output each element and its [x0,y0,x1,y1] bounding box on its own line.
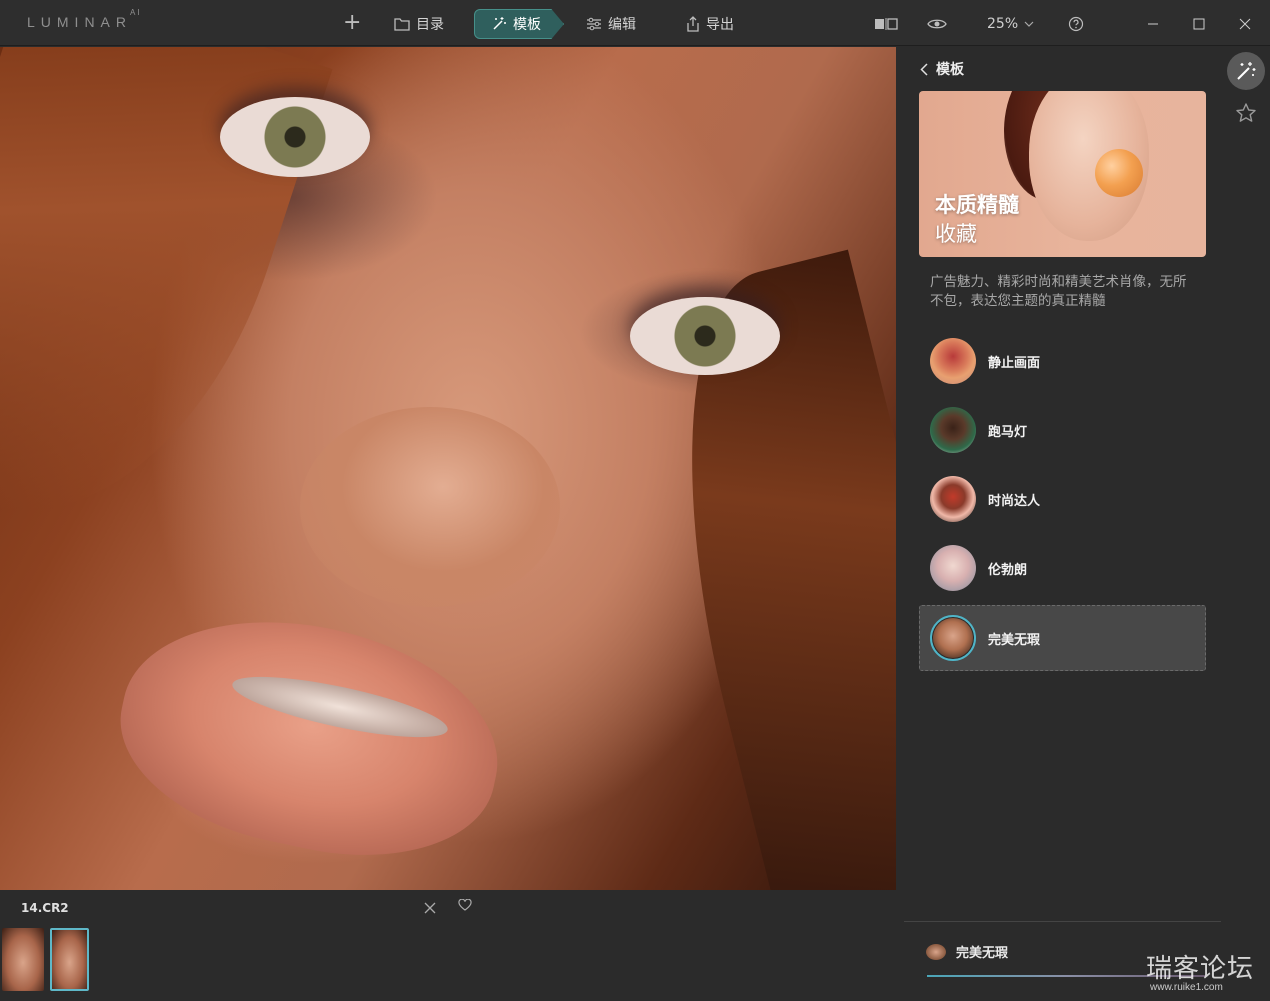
collection-title: 本质精髓 [935,193,1019,217]
preview-button[interactable] [927,9,947,39]
app-logo: LUMINARAI [27,8,142,30]
catalog-tab-label: 目录 [416,17,444,33]
template-label: 伦勃朗 [988,562,1028,578]
applied-template-thumbnail [926,943,946,960]
filename-label: 14.CR2 [21,901,69,915]
template-label: 静止画面 [988,355,1041,371]
template-thumbnail [930,407,976,453]
thumbnail-original[interactable] [2,928,44,991]
right-rail [1222,47,1270,1001]
close-icon [1239,18,1251,30]
chevron-down-icon [1024,21,1034,27]
template-thumbnail [930,338,976,384]
photo-canvas[interactable] [0,47,896,890]
compare-icon [875,18,898,30]
zoom-value: 25% [987,16,1019,32]
maximize-button[interactable] [1184,9,1214,39]
add-photos-button[interactable]: + [343,7,361,37]
title-bar: LUMINARAI + 目录 模板 编辑 导出 25% [0,0,1270,46]
catalog-tab[interactable]: 目录 [394,9,444,39]
watermark-url: www.ruike1.com [1150,982,1223,993]
minimize-button[interactable] [1138,9,1168,39]
export-button-label: 导出 [706,17,734,33]
collection-description: 广告魅力、精彩时尚和精美艺术肖像，无所不包，表达您主题的真正精髓 [930,274,1187,309]
favorite-button[interactable] [458,898,472,915]
photo-lips [101,589,519,885]
back-button[interactable]: 模板 [920,59,964,79]
reject-button[interactable] [424,899,436,918]
templates-panel: 模板 本质精髓 收藏 广告魅力、精彩时尚和精美艺术肖像，无所不包，表达您主题的真… [896,47,1222,1001]
applied-template-label: 完美无瑕 [956,946,1009,961]
applied-template[interactable]: 完美无瑕 [926,942,1008,961]
templates-tab-label: 模板 [513,17,541,33]
templates-rail-button[interactable] [1227,52,1265,90]
favorites-rail-button[interactable] [1227,94,1265,132]
minimize-icon [1148,23,1158,25]
template-thumbnail [930,545,976,591]
thumbnail-selected[interactable] [50,928,89,991]
compare-button[interactable] [874,9,898,39]
template-item[interactable]: 伦勃朗 [919,535,1206,601]
edit-tab[interactable]: 编辑 [586,9,636,39]
close-icon [424,902,436,914]
templates-tab[interactable]: 模板 [474,9,564,39]
watermark: 瑞客论坛 [1146,954,1255,984]
star-icon [1236,103,1256,122]
photo-nose [300,407,560,607]
help-icon [1068,16,1084,32]
photo-eye-right [630,297,780,375]
share-icon [687,16,699,32]
export-button[interactable]: 导出 [686,9,734,39]
magic-wand-icon [493,17,506,30]
template-label: 跑马灯 [988,424,1028,440]
template-item[interactable]: 时尚达人 [919,466,1206,532]
back-label: 模板 [936,62,964,78]
template-item[interactable]: 跑马灯 [919,397,1206,463]
collection-subtitle: 收藏 [935,222,977,246]
template-thumbnail [930,615,976,661]
template-thumbnail [930,476,976,522]
close-window-button[interactable] [1230,9,1260,39]
template-label: 完美无瑕 [988,632,1041,648]
heart-icon [458,898,472,911]
folder-icon [394,18,410,31]
hero-bubble [1095,149,1143,197]
edit-tab-label: 编辑 [608,17,636,33]
maximize-icon [1193,18,1205,30]
eye-icon [927,19,947,29]
template-item[interactable]: 静止画面 [919,328,1206,394]
filmstrip: 14.CR2 [0,890,896,1001]
sliders-icon [587,17,601,31]
template-item-selected[interactable]: 完美无瑕 [919,605,1206,671]
chevron-left-icon [920,62,928,76]
magic-wand-icon [1237,62,1256,80]
zoom-dropdown[interactable]: 25% [987,9,1034,39]
photo-eye-left [220,97,370,177]
collection-hero-card: 本质精髓 收藏 [919,91,1206,257]
panel-divider [904,921,1221,922]
help-button[interactable] [1068,9,1084,39]
template-label: 时尚达人 [988,493,1041,509]
